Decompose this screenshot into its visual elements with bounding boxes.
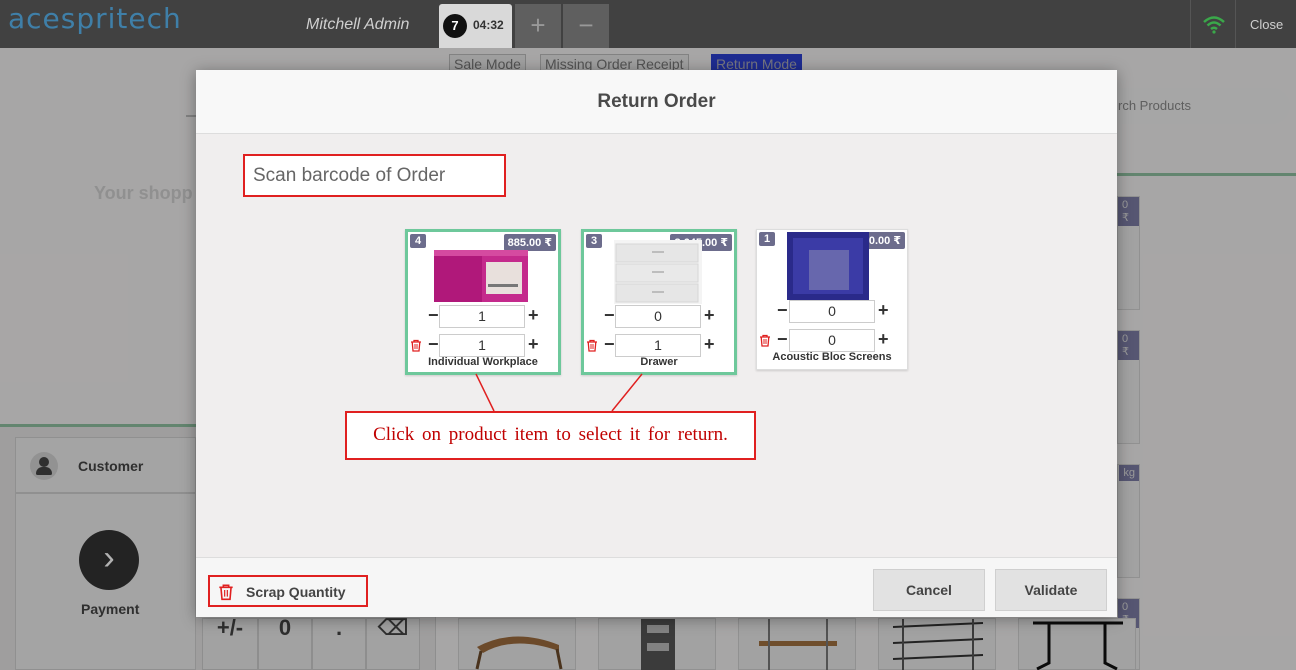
increase-return-qty-button[interactable]: + xyxy=(528,306,539,324)
top-bar: acespritech Mitchell Admin 7 04:32 + − C… xyxy=(0,0,1296,48)
order-time: 04:32 xyxy=(473,18,504,32)
scrap-qty-input[interactable]: 0 xyxy=(789,329,875,352)
validate-button[interactable]: Validate xyxy=(995,569,1107,611)
trash-icon[interactable] xyxy=(586,339,598,352)
product-image xyxy=(787,232,869,300)
return-qty-input[interactable]: 0 xyxy=(789,300,875,323)
trash-icon[interactable] xyxy=(759,334,771,347)
return-qty-stepper: − 1 + xyxy=(408,305,558,328)
product-image xyxy=(434,250,528,302)
product-image xyxy=(614,240,702,304)
decrease-scrap-qty-button[interactable]: − xyxy=(604,335,615,353)
scrap-qty-input[interactable]: 1 xyxy=(439,334,525,357)
wifi-icon xyxy=(1190,0,1236,48)
scrap-qty-input[interactable]: 1 xyxy=(615,334,701,357)
quantity-badge: 1 xyxy=(759,232,776,246)
quantity-badge: 3 xyxy=(586,234,603,248)
order-tab[interactable]: 7 04:32 xyxy=(439,4,512,48)
scrap-qty-stepper: − 1 + xyxy=(584,334,734,357)
return-order-dialog: Return Order Scan barcode of Order 4 885… xyxy=(196,70,1117,617)
increase-return-qty-button[interactable]: + xyxy=(704,306,715,324)
return-qty-stepper: − 0 + xyxy=(584,305,734,328)
scan-barcode-input[interactable]: Scan barcode of Order xyxy=(243,154,506,197)
order-number: 7 xyxy=(443,14,467,38)
increase-return-qty-button[interactable]: + xyxy=(878,301,889,319)
dialog-title: Return Order xyxy=(196,70,1117,134)
return-qty-stepper: − 0 + xyxy=(757,300,907,323)
instruction-callout: Click on product item to select it for r… xyxy=(345,411,756,460)
decrease-return-qty-button[interactable]: − xyxy=(604,306,615,324)
price-badge: 885.00 ₹ xyxy=(503,234,556,251)
increase-scrap-qty-button[interactable]: + xyxy=(878,330,889,348)
product-card-individual-workplace[interactable]: 4 885.00 ₹ − 1 + − 1 + Individual Workpl… xyxy=(405,229,561,375)
cancel-button[interactable]: Cancel xyxy=(873,569,985,611)
decrease-return-qty-button[interactable]: − xyxy=(428,306,439,324)
scrap-quantity-button[interactable]: Scrap Quantity xyxy=(208,575,368,607)
increase-scrap-qty-button[interactable]: + xyxy=(704,335,715,353)
delete-order-button[interactable]: − xyxy=(563,4,609,48)
decrease-scrap-qty-button[interactable]: − xyxy=(428,335,439,353)
brand-logo: acespritech xyxy=(8,2,182,35)
scrap-qty-stepper: − 0 + xyxy=(757,329,907,352)
product-card-acoustic-bloc-screens[interactable]: 1 2,950.00 ₹ − 0 + − 0 + Acoustic Bloc S… xyxy=(756,229,908,370)
return-qty-input[interactable]: 0 xyxy=(615,305,701,328)
scrap-quantity-label: Scrap Quantity xyxy=(246,584,346,600)
increase-scrap-qty-button[interactable]: + xyxy=(528,335,539,353)
product-name: Drawer xyxy=(640,356,678,368)
trash-icon[interactable] xyxy=(410,339,422,352)
scrap-qty-stepper: − 1 + xyxy=(408,334,558,357)
trash-icon xyxy=(219,584,233,601)
product-card-drawer[interactable]: 3 3,645.00 ₹ − 0 + − 1 + Drawer xyxy=(581,229,737,375)
decrease-return-qty-button[interactable]: − xyxy=(777,301,788,319)
new-order-button[interactable]: + xyxy=(515,4,561,48)
dialog-footer: Scrap Quantity Cancel Validate xyxy=(196,557,1117,617)
product-name: Individual Workplace xyxy=(428,356,538,368)
cashier-name[interactable]: Mitchell Admin xyxy=(306,16,409,34)
product-name: Acoustic Bloc Screens xyxy=(772,351,892,363)
quantity-badge: 4 xyxy=(410,234,427,248)
close-button[interactable]: Close xyxy=(1250,17,1283,32)
decrease-scrap-qty-button[interactable]: − xyxy=(777,330,788,348)
return-qty-input[interactable]: 1 xyxy=(439,305,525,328)
